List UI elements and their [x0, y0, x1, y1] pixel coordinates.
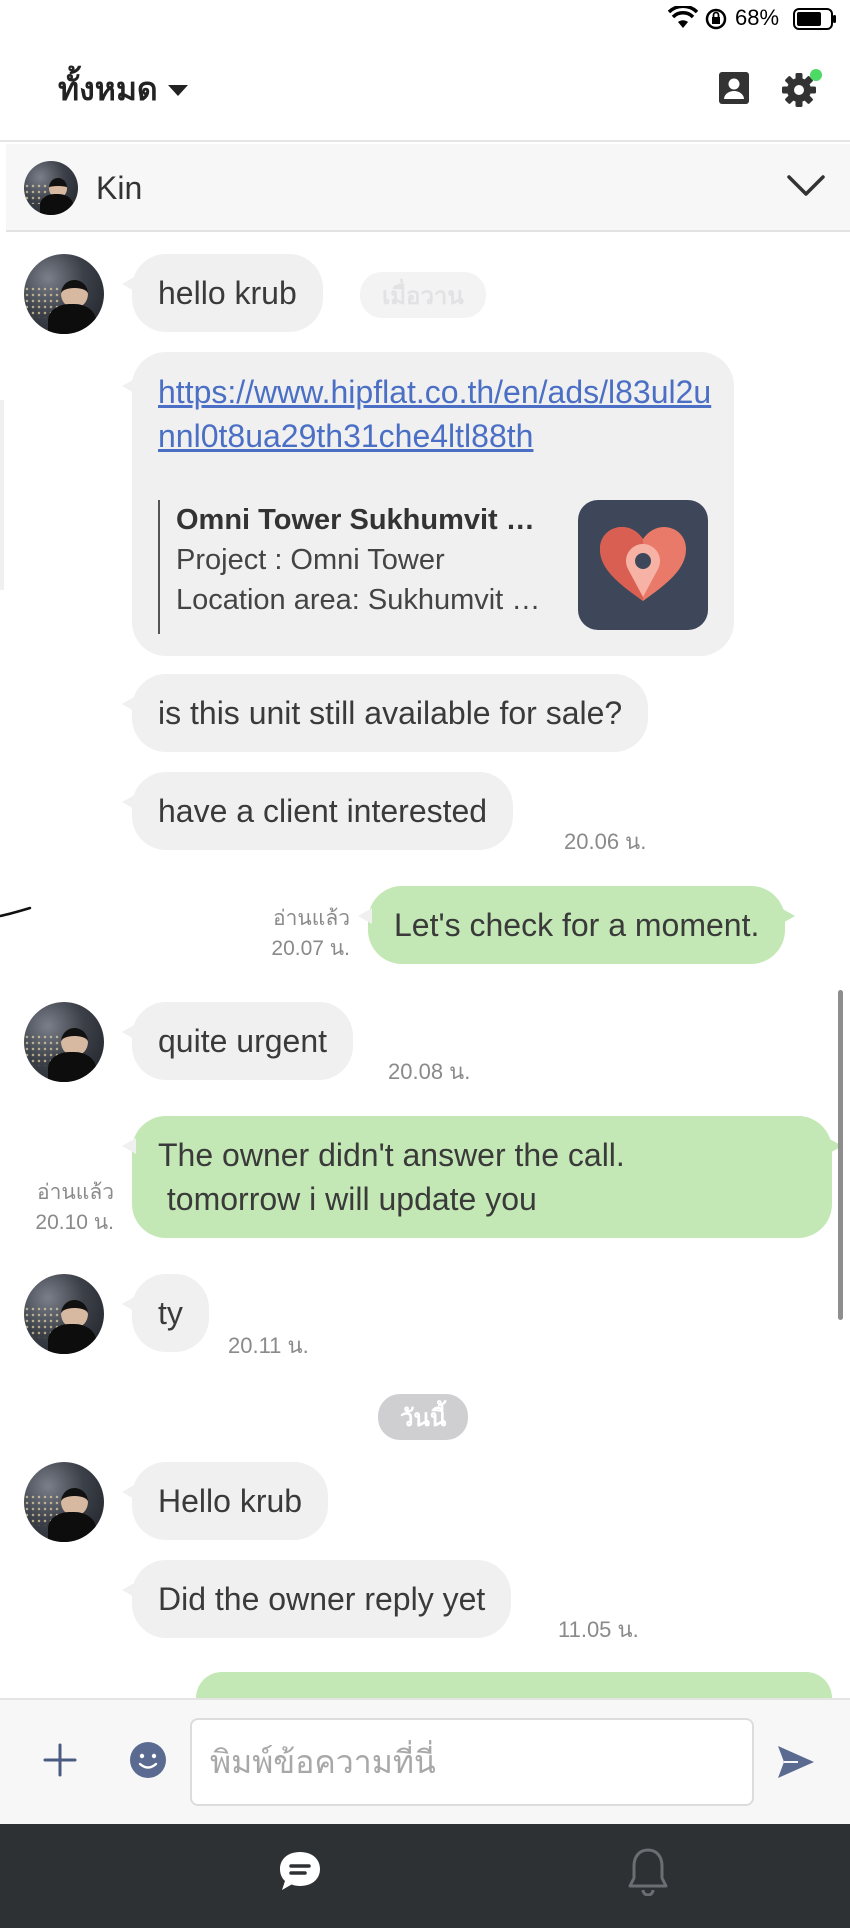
date-separator: วันนี้ [378, 1394, 469, 1440]
message-text: ty [158, 1294, 183, 1331]
scrollbar[interactable] [838, 990, 843, 1320]
sent-message[interactable]: Let's check for a moment. [357, 886, 796, 964]
message-time: 20.11 น. [228, 1333, 309, 1358]
read-label: อ่านแล้ว [37, 1181, 114, 1204]
message-composer [0, 1698, 850, 1824]
chevron-down-icon[interactable] [786, 172, 826, 200]
link-preview-title: Omni Tower Sukhumvit Nana [176, 504, 546, 536]
message-text: Hello krub [158, 1482, 303, 1519]
contact-name: Kin [96, 170, 143, 206]
message-time: 20.08 น. [388, 1059, 471, 1084]
read-receipt: อ่านแล้ว 20.07 น. [236, 904, 350, 964]
read-receipt: อ่านแล้ว 20.10 น. [10, 1178, 114, 1238]
plus-icon[interactable] [42, 1742, 78, 1778]
message-text-line2: tomorrow i will update you [158, 1181, 537, 1217]
date-chip: เมื่อวาน [360, 272, 486, 318]
battery-icon [793, 8, 836, 30]
status-bar: 68% [0, 0, 850, 38]
message-time: 20.06 น. [564, 829, 647, 854]
side-edge [0, 400, 4, 590]
notification-dot [810, 69, 822, 81]
avatar [24, 1462, 104, 1542]
message-time: 20.10 น. [35, 1211, 114, 1234]
message-text: is this unit still available for sale? [158, 694, 623, 731]
message-input[interactable] [190, 1718, 754, 1806]
link-preview[interactable]: Omni Tower Sukhumvit Nana Project : Omni… [158, 500, 546, 634]
received-message[interactable]: quite urgent [121, 1002, 354, 1080]
message-text: Did the owner reply yet [158, 1580, 486, 1617]
battery-percentage: 68% [735, 5, 780, 30]
link-preview-line1: Project : Omni Tower [176, 544, 445, 576]
header: ทั้งหมด [0, 40, 850, 142]
message-text: Let's check for a moment. [394, 906, 760, 943]
received-message[interactable]: Did the owner reply yet [121, 1560, 512, 1638]
chat-filter-label: ทั้งหมด [58, 71, 158, 107]
message-time: 11.05 น. [558, 1617, 639, 1642]
received-message[interactable]: is this unit still available for sale? [121, 674, 649, 752]
sent-message-partial [196, 1672, 832, 1698]
link-preview-line2: Location area: Sukhumvit Nana [176, 584, 546, 616]
sent-message[interactable]: The owner didn't answer the call. tomorr… [122, 1116, 842, 1238]
message-text: hello krub [158, 274, 297, 311]
wifi-icon [668, 6, 698, 28]
avatar [24, 1002, 104, 1082]
read-label: อ่านแล้ว [273, 907, 350, 930]
contact-avatar [24, 161, 78, 215]
contacts-icon[interactable] [716, 70, 752, 106]
chat-filter-dropdown[interactable]: ทั้งหมด [58, 64, 188, 115]
received-message[interactable]: hello krub [122, 254, 323, 332]
date-separator-label: วันนี้ [400, 1404, 447, 1432]
received-message[interactable]: have a client interested [121, 772, 514, 850]
avatar [24, 1274, 104, 1354]
send-icon[interactable] [776, 1744, 816, 1780]
contact-bar[interactable]: Kin [6, 144, 850, 232]
message-text: have a client interested [158, 792, 488, 829]
avatar [24, 254, 104, 334]
received-message[interactable]: ty [122, 1274, 209, 1352]
bottom-nav [0, 1824, 850, 1928]
pen-stroke [0, 906, 32, 918]
heart-pin-icon [600, 527, 686, 601]
caret-down-icon [167, 85, 188, 96]
date-chip-label: เมื่อวาน [382, 282, 464, 310]
received-message[interactable]: Hello krub [121, 1462, 329, 1540]
settings-icon[interactable] [780, 68, 824, 112]
link-thumbnail[interactable] [578, 500, 708, 630]
message-text-line1: The owner didn't answer the call. [158, 1137, 625, 1173]
bell-icon[interactable] [626, 1846, 670, 1896]
link-message[interactable]: https://www.hipflat.co.th/en/ads/l83ul2u… [122, 352, 734, 656]
emoji-icon[interactable] [128, 1740, 168, 1780]
orientation-lock-icon [705, 8, 727, 30]
link-url[interactable]: https://www.hipflat.co.th/en/ads/l83ul2u… [158, 370, 718, 458]
message-text: quite urgent [158, 1022, 328, 1059]
message-time: 20.07 น. [271, 937, 350, 960]
chat-tab-icon[interactable] [276, 1848, 324, 1896]
